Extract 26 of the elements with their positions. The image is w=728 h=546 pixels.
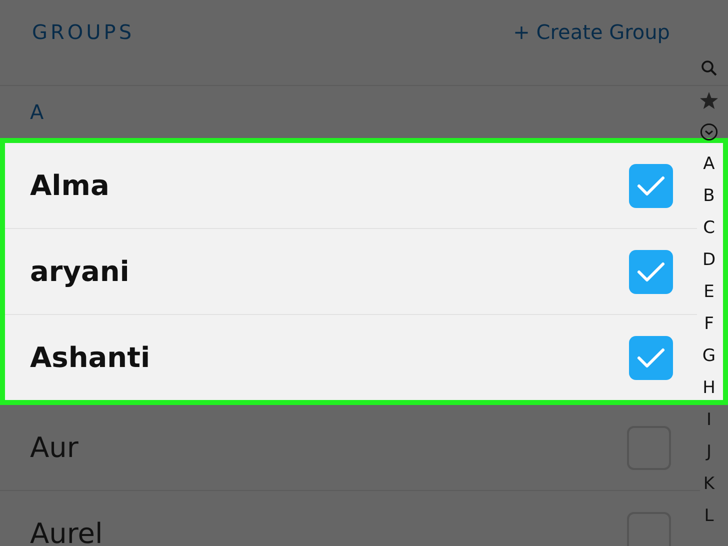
groups-heading: GROUPS	[32, 20, 135, 44]
checkbox[interactable]	[629, 336, 673, 380]
index-letter[interactable]: G	[702, 346, 716, 366]
checkbox[interactable]	[629, 250, 673, 294]
index-letter[interactable]: A	[703, 154, 715, 174]
index-letter[interactable]: B	[703, 186, 715, 206]
contact-name: aryani	[30, 255, 130, 288]
contact-name: Ashanti	[30, 341, 150, 374]
check-icon	[636, 346, 666, 368]
checkbox[interactable]	[629, 164, 673, 208]
contact-name: Alma	[30, 169, 110, 202]
search-icon[interactable]	[701, 60, 717, 76]
index-letter[interactable]: D	[702, 250, 716, 270]
contact-name: Aur	[30, 431, 78, 464]
section-letter: A	[30, 100, 44, 124]
contact-row[interactable]: Ashanti	[5, 315, 697, 400]
index-letter[interactable]: C	[703, 218, 715, 238]
check-icon	[636, 260, 666, 282]
contact-row[interactable]: aryani	[5, 229, 697, 315]
index-letter[interactable]: H	[702, 378, 716, 398]
index-letter[interactable]: E	[704, 282, 714, 302]
index-letter[interactable]: F	[704, 314, 714, 334]
contact-row[interactable]: Alma	[5, 143, 697, 229]
contact-name: Aurel	[30, 517, 103, 546]
star-icon[interactable]	[700, 92, 718, 108]
check-icon	[636, 174, 666, 196]
